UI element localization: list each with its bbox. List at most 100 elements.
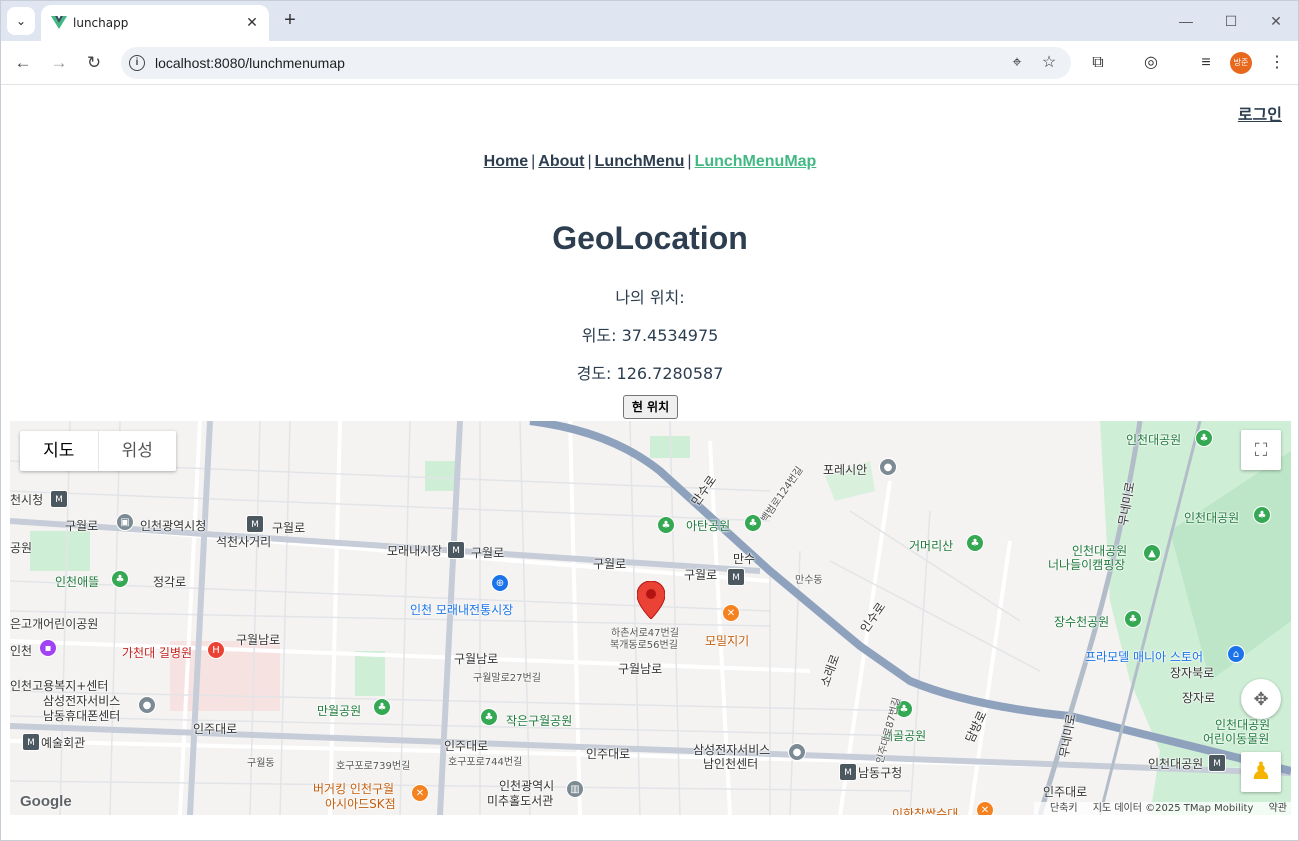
map-label: 복개동로56번길 (610, 640, 678, 651)
map-label: 정각로 (153, 575, 187, 589)
subway-station-icon[interactable]: M (839, 763, 857, 781)
nav-lunchmenumap-link[interactable]: LunchMenuMap (695, 153, 817, 170)
tab-search-button[interactable]: ⌄ (7, 7, 35, 35)
subway-station-icon[interactable]: M (1208, 754, 1226, 772)
forward-button[interactable]: → (45, 49, 73, 77)
location-pin-icon[interactable]: ⌖ (1007, 53, 1027, 73)
back-button[interactable]: ← (9, 49, 37, 77)
subway-station-icon[interactable]: M (447, 541, 465, 559)
place-icon[interactable]: ● (138, 696, 156, 714)
map-label: 프라모델 매니아 스토어 (1085, 650, 1204, 664)
map-label: 만월공원 (317, 704, 362, 718)
park-icon[interactable]: ♣ (111, 570, 129, 588)
subway-station-icon[interactable]: M (246, 515, 264, 533)
map-label: 구월동 (247, 758, 275, 769)
park-icon[interactable]: ♣ (966, 534, 984, 552)
map-label: 인주대로 (586, 747, 631, 761)
map-label: 아탄공원 (686, 519, 731, 533)
tab-lunchapp[interactable]: lunchapp ✕ (41, 5, 269, 41)
restaurant-icon[interactable]: ✕ (411, 784, 429, 802)
location-marker-icon[interactable] (637, 581, 665, 619)
hospital-icon[interactable]: H (207, 641, 225, 659)
current-location-button[interactable]: 현 위치 (623, 395, 678, 419)
shopping-cart-icon[interactable]: ⊕ (491, 574, 509, 592)
minimize-button[interactable]: — (1172, 9, 1200, 33)
latitude-text: 위도: 37.4534975 (581, 326, 719, 345)
map-label: 구월로 (272, 521, 306, 535)
nav-about-link[interactable]: About (538, 153, 584, 170)
shop-icon[interactable]: ⌂ (1227, 645, 1245, 663)
map-label: 인천대공원 (1126, 433, 1182, 447)
map-label: 구월로 (471, 546, 505, 560)
extensions-icon[interactable]: ⧉ (1086, 51, 1110, 75)
park-icon[interactable]: ♣ (480, 708, 498, 726)
park-icon[interactable]: ♣ (1124, 610, 1142, 628)
subway-station-icon[interactable]: M (727, 568, 745, 586)
map-label: 남동휴대폰센터 (43, 709, 121, 723)
camera-control-icon[interactable]: ✥ (1241, 679, 1281, 719)
map-label: 석천사거리 (216, 535, 272, 549)
new-tab-button[interactable]: + (279, 9, 301, 31)
map-label: 인천광역시청 (140, 519, 207, 533)
my-location-label: 나의 위치: (615, 288, 685, 307)
map-label: 구월말로27번길 (473, 673, 541, 684)
map-type-map-button[interactable]: 지도 (20, 431, 98, 471)
park-icon[interactable]: ♣ (657, 516, 675, 534)
park-icon[interactable]: ♣ (1253, 506, 1271, 524)
place-icon[interactable]: ● (788, 743, 806, 761)
subway-station-icon[interactable]: M (22, 733, 40, 751)
profile-avatar[interactable]: 방준 (1230, 52, 1252, 74)
address-bar[interactable]: i localhost:8080/lunchmenumap ⌖ ☆ (121, 47, 1071, 79)
tab-strip: ⌄ lunchapp ✕ + — ☐ ✕ (1, 1, 1298, 41)
fullscreen-icon[interactable]: ⛶ (1241, 430, 1281, 470)
login-link[interactable]: 로그인 (1238, 101, 1282, 125)
library-icon[interactable]: ▥ (566, 780, 584, 798)
restaurant-icon[interactable]: ✕ (722, 604, 740, 622)
nav-home-link[interactable]: Home (484, 153, 528, 170)
url-text[interactable]: localhost:8080/lunchmenumap (155, 55, 345, 71)
map-label: 가천대 길병원 (122, 646, 193, 660)
campground-icon[interactable]: ▲ (1143, 544, 1161, 562)
terms-link[interactable]: 약관 (1269, 803, 1287, 814)
keyboard-shortcuts-link[interactable]: 단축키 (1050, 803, 1078, 814)
school-icon[interactable]: ▪ (39, 639, 57, 657)
map-label: 거머리산 (909, 539, 954, 553)
nav-separator: | (531, 153, 536, 170)
map-label: 구월로 (593, 557, 627, 571)
park-icon[interactable]: ♣ (1195, 429, 1213, 447)
map-type-satellite-button[interactable]: 위성 (97, 431, 177, 471)
map-label: 장수천공원 (1054, 615, 1110, 629)
reload-button[interactable]: ↻ (80, 49, 108, 77)
main-nav: Home | About | LunchMenu | LunchMenuMap (2, 153, 1298, 171)
bookmark-star-icon[interactable]: ☆ (1039, 53, 1059, 73)
map-label: 포레시안 (823, 463, 868, 477)
map-label: 인주대로 (1043, 785, 1088, 799)
subway-station-icon[interactable]: M (50, 490, 68, 508)
nav-lunchmenu-link[interactable]: LunchMenu (595, 153, 685, 170)
kebab-menu-icon[interactable]: ⋮ (1265, 51, 1289, 75)
close-tab-icon[interactable]: ✕ (243, 13, 261, 31)
park-icon[interactable]: ♣ (373, 698, 391, 716)
lens-icon[interactable]: ◎ (1139, 51, 1163, 75)
map-label: 천시청 (10, 493, 44, 507)
map-label: 어린이동물원 (1203, 732, 1270, 746)
maximize-button[interactable]: ☐ (1217, 9, 1245, 33)
media-control-icon[interactable]: ≡ (1194, 51, 1218, 75)
government-icon[interactable]: ▣ (116, 513, 134, 531)
restaurant-icon[interactable]: ✕ (976, 801, 994, 815)
map-label: 만수 (733, 552, 756, 566)
map-label: 장자북로 (1170, 666, 1215, 680)
street-view-pegman-icon[interactable]: ♟ (1241, 752, 1281, 792)
close-window-button[interactable]: ✕ (1262, 9, 1290, 33)
page-title: GeoLocation (552, 220, 748, 256)
map-label: 작은구월공원 (506, 714, 573, 728)
map-label: 공원 (10, 541, 33, 555)
chevron-down-icon: ⌄ (15, 14, 27, 28)
map-label: 인천애뜰 (55, 575, 100, 589)
map-attribution: 단축키 지도 데이터 ©2025 TMap Mobility 약관 (1033, 802, 1291, 815)
place-icon[interactable]: ● (879, 458, 897, 476)
google-map[interactable]: 지도 위성 ⛶ ✥ ♟ ♣ ♣ ● ♣ ♣ ♣ ▲ ♣ ⌂ ♣ M M M M … (10, 421, 1291, 815)
map-label: 인천 (10, 644, 33, 658)
site-info-icon[interactable]: i (129, 55, 145, 71)
google-logo[interactable]: Google (20, 793, 72, 810)
